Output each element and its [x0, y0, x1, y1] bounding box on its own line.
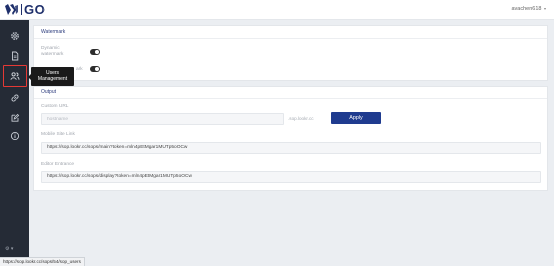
status-bar-url: https://sop.lookr.cc/sops/54/sop_users — [0, 257, 85, 266]
domain-suffix: .sop.lookr.cc — [288, 116, 314, 121]
sidebar-item-edit[interactable] — [0, 108, 29, 128]
info-icon — [10, 131, 19, 141]
toggle-knob — [94, 67, 99, 71]
user-name: avachen618 — [511, 6, 542, 12]
dynamic-watermark-toggle[interactable] — [90, 49, 100, 55]
custom-url-label: Custom URL — [41, 104, 69, 109]
sidebar-item-users[interactable] — [3, 65, 27, 87]
gear-icon — [10, 32, 19, 40]
top-bar: GO II avachen618 ▾ — [0, 0, 554, 20]
dynamic-watermark-label-line2: watermark — [41, 51, 64, 57]
users-management-tooltip: Users Management — [28, 67, 74, 86]
sidebar-item-settings[interactable] — [0, 26, 29, 46]
editor-entrance-label: Editor Entrance — [41, 162, 75, 167]
sidebar-item-documents[interactable] — [0, 46, 29, 66]
card-divider — [34, 98, 547, 99]
sidebar-item-links[interactable] — [0, 88, 29, 108]
output-title: Output — [41, 89, 57, 95]
users-icon — [10, 72, 20, 80]
user-menu[interactable]: avachen618 ▾ — [511, 5, 546, 13]
logo-icon[interactable] — [4, 3, 19, 16]
card-divider — [34, 38, 547, 39]
app-logo-tag: II — [43, 7, 46, 12]
settings-menu-toggle[interactable]: ⚙ ▾ — [5, 246, 13, 252]
hostname-input[interactable] — [41, 113, 284, 125]
dynamic-watermark-label: Dynamic watermark — [41, 46, 63, 57]
chevron-down-icon: ▾ — [543, 6, 546, 11]
tooltip-line-2: Management — [37, 76, 68, 82]
editor-entrance-field[interactable]: https://sop.lookr.cc/sops/display?token=… — [41, 171, 541, 183]
logo-divider — [21, 4, 22, 15]
mobile-site-link-field[interactable]: https://sop.lookr.cc/sops/main?token=mln… — [41, 142, 541, 154]
toggle-knob — [94, 50, 99, 54]
sidebar: ⚙ ▾ — [0, 20, 29, 266]
watermark-option-toggle[interactable] — [90, 66, 100, 72]
document-icon — [11, 51, 18, 61]
watermark-card: Watermark Dynamic watermark ark — [33, 25, 548, 81]
apply-button[interactable]: Apply — [331, 112, 381, 124]
watermark-title: Watermark — [41, 29, 66, 35]
edit-icon — [11, 113, 19, 122]
watermark-option-label: ark — [76, 67, 83, 72]
output-card: Output Custom URL .sop.lookr.cc Apply Mo… — [33, 86, 548, 191]
sidebar-item-info[interactable] — [0, 126, 29, 146]
link-icon — [10, 94, 19, 102]
mobile-site-link-label: Mobile Site Link — [41, 132, 75, 137]
